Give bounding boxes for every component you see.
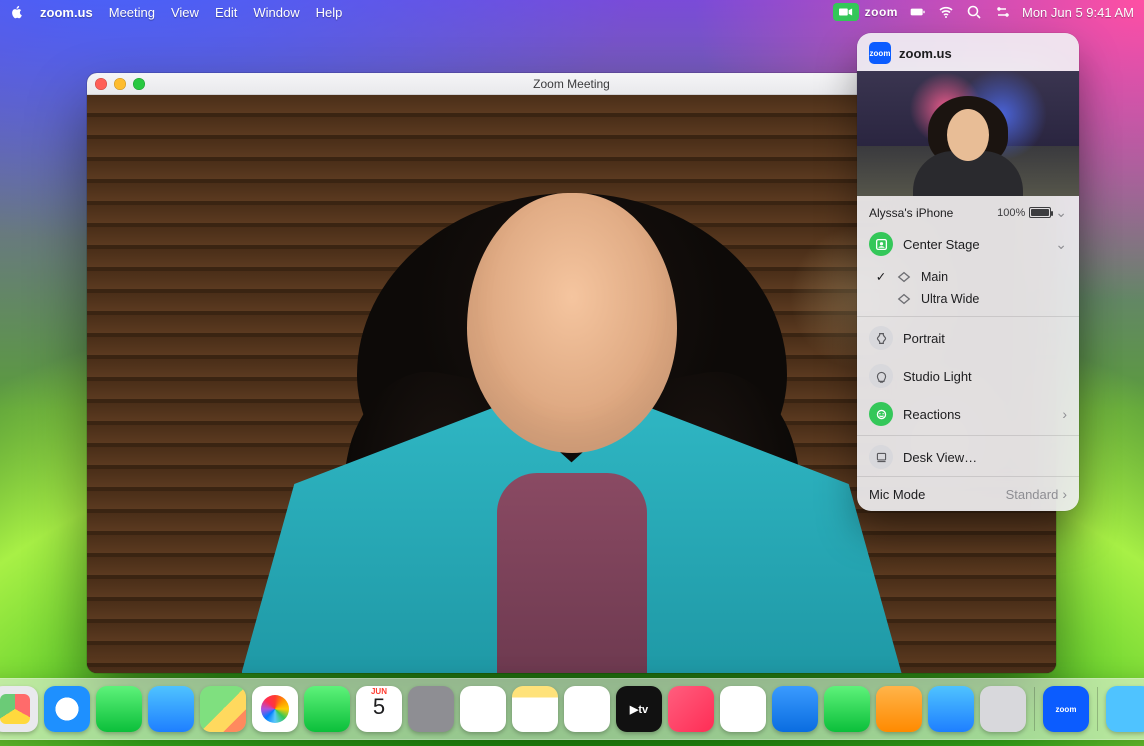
- studio-light-label: Studio Light: [903, 369, 1067, 384]
- dock-app-reminders[interactable]: [460, 686, 506, 732]
- participant-shirt-illustration: [497, 473, 647, 673]
- window-traffic-lights: [95, 78, 145, 90]
- tv-label: ▶tv: [630, 703, 648, 716]
- dock-app-numbers[interactable]: [824, 686, 870, 732]
- dock-separator: [1097, 687, 1098, 731]
- dock-separator: [1034, 687, 1035, 731]
- desktop: zoom.us Meeting View Edit Window Help zo…: [0, 0, 1144, 746]
- center-stage-options: ✓ Main Ultra Wide: [857, 263, 1079, 314]
- mic-mode-value: Standard: [1006, 487, 1059, 502]
- dock-app-maps[interactable]: [200, 686, 246, 732]
- desk-view-label: Desk View…: [903, 450, 1067, 465]
- dock-app-calendar[interactable]: JUN 5: [356, 686, 402, 732]
- close-window-button[interactable]: [95, 78, 107, 90]
- control-center-menuextra[interactable]: [994, 4, 1010, 20]
- lens-option-ultrawide[interactable]: Ultra Wide: [857, 288, 1079, 310]
- chevron-down-icon: ⌄: [1055, 204, 1067, 221]
- participant-face-illustration: [467, 193, 677, 453]
- dock-app-contacts[interactable]: [408, 686, 454, 732]
- dock-app-freeform[interactable]: [564, 686, 610, 732]
- portrait-toggle[interactable]: Portrait: [857, 319, 1079, 357]
- reactions-row[interactable]: Reactions ›: [857, 395, 1079, 433]
- studio-light-icon: [869, 364, 893, 388]
- lens-icon: [897, 270, 911, 284]
- dock-app-notes[interactable]: [512, 686, 558, 732]
- video-effects-panel: zoom zoom.us Alyssa's iPhone 100% ⌄ Cent…: [857, 33, 1079, 511]
- menu-meeting[interactable]: Meeting: [109, 5, 155, 20]
- zoom-app-icon: zoom: [869, 42, 891, 64]
- zoom-window-button[interactable]: [133, 78, 145, 90]
- app-menu[interactable]: zoom.us: [40, 5, 93, 20]
- zoom-status-label: zoom: [865, 5, 898, 19]
- device-name: Alyssa's iPhone: [869, 206, 953, 220]
- dock-app-news[interactable]: [720, 686, 766, 732]
- desk-view-button[interactable]: Desk View…: [857, 438, 1079, 476]
- desk-view-icon: [869, 445, 893, 469]
- dock-app-mail[interactable]: [148, 686, 194, 732]
- center-stage-label: Center Stage: [903, 237, 1045, 252]
- mic-mode-label: Mic Mode: [869, 487, 925, 502]
- dock-app-music[interactable]: [668, 686, 714, 732]
- wifi-menuextra[interactable]: [938, 4, 954, 20]
- menu-view[interactable]: View: [171, 5, 199, 20]
- device-row[interactable]: Alyssa's iPhone 100% ⌄: [857, 196, 1079, 225]
- studio-light-toggle[interactable]: Studio Light: [857, 357, 1079, 395]
- menubar: zoom.us Meeting View Edit Window Help zo…: [0, 0, 1144, 24]
- dock: JUN 5 ▶tv zoom: [0, 678, 1144, 740]
- dock-app-safari[interactable]: [44, 686, 90, 732]
- zoom-status-menuextra[interactable]: zoom: [833, 3, 898, 21]
- dock-app-photos[interactable]: [252, 686, 298, 732]
- dock-downloads[interactable]: [1106, 686, 1144, 732]
- lens-main-label: Main: [921, 270, 948, 284]
- center-stage-icon: [869, 232, 893, 256]
- lens-ultrawide-label: Ultra Wide: [921, 292, 979, 306]
- dock-app-settings[interactable]: [980, 686, 1026, 732]
- menu-window[interactable]: Window: [253, 5, 299, 20]
- spotlight-menuextra[interactable]: [966, 4, 982, 20]
- reactions-label: Reactions: [903, 407, 1052, 422]
- battery-icon: [1029, 207, 1051, 218]
- lens-icon: [897, 292, 911, 306]
- window-title: Zoom Meeting: [533, 77, 610, 91]
- dock-app-zoom[interactable]: zoom: [1043, 686, 1089, 732]
- mic-mode-row[interactable]: Mic Mode Standard ›: [857, 476, 1079, 511]
- lens-option-main[interactable]: ✓ Main: [857, 265, 1079, 288]
- apple-menu[interactable]: [10, 5, 24, 19]
- center-stage-toggle[interactable]: Center Stage ⌄: [857, 225, 1079, 263]
- chevron-down-icon: ⌄: [1055, 236, 1067, 253]
- camera-active-icon: [833, 3, 859, 21]
- zoom-app-label: zoom: [1056, 705, 1077, 714]
- panel-header: zoom zoom.us: [857, 33, 1079, 71]
- dock-app-facetime[interactable]: [304, 686, 350, 732]
- calendar-day: 5: [373, 696, 385, 718]
- portrait-label: Portrait: [903, 331, 1067, 346]
- dock-app-launchpad[interactable]: [0, 686, 38, 732]
- device-battery-pct: 100%: [997, 207, 1025, 219]
- dock-app-pages[interactable]: [876, 686, 922, 732]
- panel-app-name: zoom.us: [899, 46, 952, 61]
- preview-participant: [908, 96, 1028, 196]
- minimize-window-button[interactable]: [114, 78, 126, 90]
- reactions-icon: [869, 402, 893, 426]
- checkmark-icon: ✓: [875, 269, 887, 284]
- chevron-right-icon: ›: [1062, 486, 1067, 502]
- menu-help[interactable]: Help: [316, 5, 343, 20]
- menu-edit[interactable]: Edit: [215, 5, 237, 20]
- battery-menuextra[interactable]: [910, 4, 926, 20]
- dock-app-appstore[interactable]: [928, 686, 974, 732]
- portrait-icon: [869, 326, 893, 350]
- clock-menuextra[interactable]: Mon Jun 5 9:41 AM: [1022, 5, 1134, 20]
- dock-app-keynote[interactable]: [772, 686, 818, 732]
- participant-main: [252, 113, 892, 673]
- dock-app-tv[interactable]: ▶tv: [616, 686, 662, 732]
- dock-app-messages[interactable]: [96, 686, 142, 732]
- chevron-right-icon: ›: [1062, 406, 1067, 422]
- camera-preview: [857, 71, 1079, 196]
